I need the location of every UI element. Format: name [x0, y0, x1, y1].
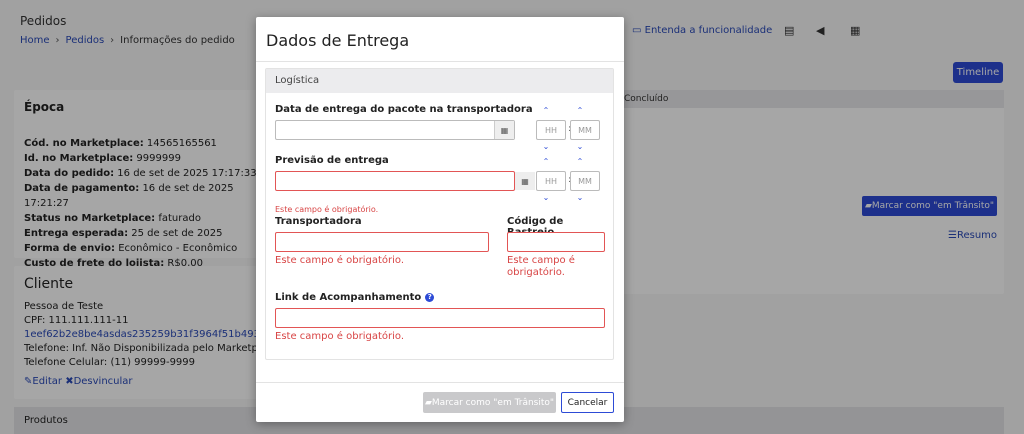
forecast-minute-input[interactable]: MM	[570, 171, 600, 191]
link-error: Este campo é obrigatório.	[275, 331, 405, 342]
delivery-date-input[interactable]: ▦	[275, 120, 515, 140]
hour-down-chevron-icon[interactable]: ⌄	[541, 142, 551, 151]
link-label: Link de Acompanhamento?	[275, 292, 435, 303]
minute-up-chevron-icon[interactable]: ⌃	[575, 157, 585, 166]
hour-down-chevron-icon[interactable]: ⌄	[541, 193, 551, 202]
modal-divider	[256, 61, 624, 62]
hour-up-chevron-icon[interactable]: ⌃	[541, 157, 551, 166]
minute-down-chevron-icon[interactable]: ⌄	[575, 193, 585, 202]
minute-down-chevron-icon[interactable]: ⌄	[575, 142, 585, 151]
carrier-error: Este campo é obrigatório.	[275, 255, 405, 266]
info-icon[interactable]: ?	[425, 293, 435, 302]
delivery-modal: Dados de Entrega Logística Data de entre…	[256, 17, 624, 422]
calendar-icon[interactable]: ▦	[494, 121, 514, 139]
truck-icon: ▰	[424, 397, 432, 408]
logistica-header: Logística	[266, 69, 613, 93]
carrier-label: Transportadora	[275, 216, 362, 227]
modal-title: Dados de Entrega	[266, 31, 410, 50]
carrier-input[interactable]	[275, 232, 489, 252]
tracking-error: Este campo é obrigatório.	[507, 255, 575, 278]
forecast-hour-input[interactable]: HH	[536, 171, 566, 191]
delivery-minute-input[interactable]: MM	[570, 120, 600, 140]
hour-up-chevron-icon[interactable]: ⌃	[541, 106, 551, 115]
tracking-link-input[interactable]	[275, 308, 605, 328]
forecast-error: Este campo é obrigatório.	[275, 205, 379, 214]
calendar-icon[interactable]: ▦	[515, 172, 535, 190]
cancel-button[interactable]: Cancelar	[561, 392, 614, 413]
forecast-date-input[interactable]: ▦	[275, 171, 535, 191]
logistica-section: Logística Data de entrega do pacote na t…	[265, 68, 614, 360]
forecast-label: Previsão de entrega	[275, 155, 389, 166]
minute-up-chevron-icon[interactable]: ⌃	[575, 106, 585, 115]
footer-divider	[256, 382, 624, 383]
tracking-input[interactable]	[507, 232, 605, 252]
delivery-date-label: Data de entrega do pacote na transportad…	[275, 104, 533, 115]
submit-in-transit-button[interactable]: ▰ Marcar como "em Trânsito"	[423, 392, 556, 413]
delivery-hour-input[interactable]: HH	[536, 120, 566, 140]
